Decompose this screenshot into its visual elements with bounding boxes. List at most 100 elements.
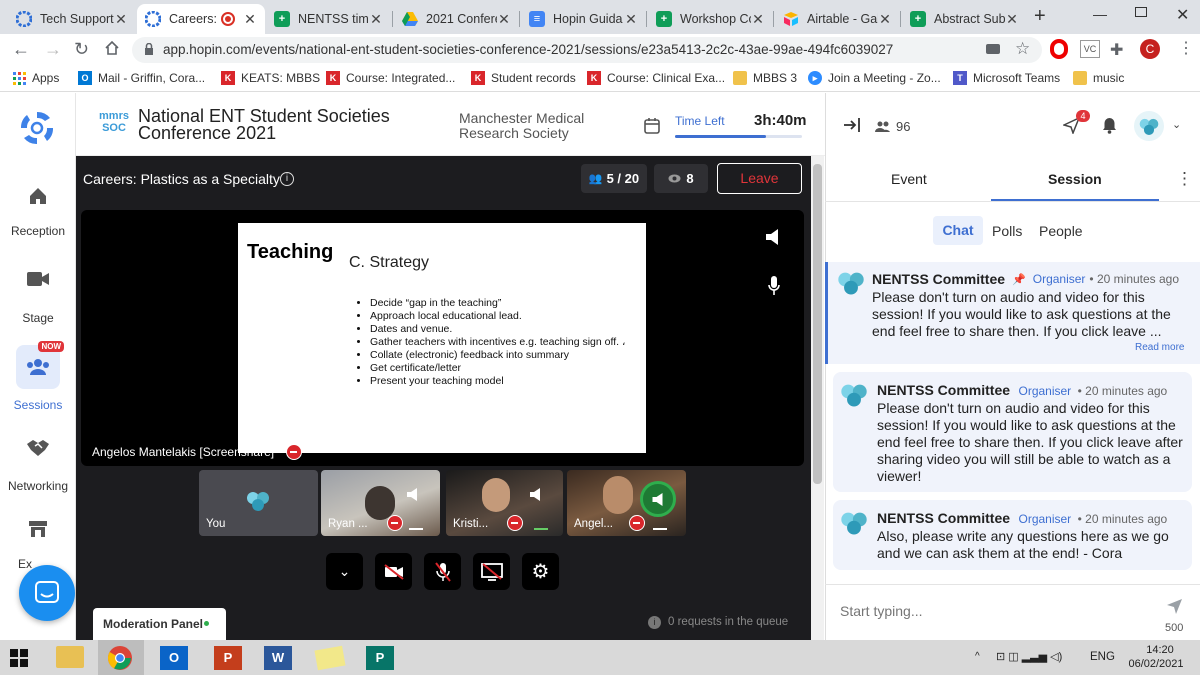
browser-tab-tech-support[interactable]: Tech Support ✕ [8, 4, 136, 34]
bookmark-mail[interactable]: O Mail - Griffin, Cora... [78, 71, 205, 85]
settings-button[interactable]: ⚙ [522, 553, 559, 590]
outlook-icon[interactable]: O [160, 646, 188, 670]
extensions-icon[interactable]: ✚ [1110, 40, 1123, 60]
bookmark-star-icon[interactable]: ☆ [1015, 39, 1030, 59]
more-options-icon[interactable]: ⋮ [1176, 169, 1193, 189]
video-off-icon [383, 563, 404, 580]
close-icon[interactable]: ✕ [369, 11, 383, 28]
camera-icon[interactable] [986, 44, 1000, 54]
remove-icon[interactable] [507, 515, 523, 531]
participant-tile-ryan[interactable]: Ryan ... [321, 470, 440, 536]
collapse-panel-icon[interactable] [843, 117, 861, 138]
leave-button[interactable]: Leave [717, 163, 802, 194]
browser-tab-abstract-submission[interactable]: + Abstract Subr ✕ [902, 4, 1027, 34]
bookmark-music[interactable]: music [1073, 71, 1124, 85]
close-icon[interactable]: ✕ [624, 11, 638, 28]
home-icon[interactable] [104, 40, 120, 61]
close-icon[interactable]: ✕ [497, 11, 511, 28]
support-chat-button[interactable] [19, 565, 75, 621]
participant-tile-angelos[interactable]: Angel... [567, 470, 686, 536]
tray-expand-icon[interactable]: ^ [975, 651, 980, 662]
bookmark-student-records[interactable]: K Student records [471, 71, 576, 85]
info-icon[interactable]: i [280, 172, 294, 186]
tab-event[interactable]: Event [891, 171, 927, 187]
lock-icon[interactable] [144, 42, 154, 61]
browser-tab-workshop[interactable]: + Workshop Co ✕ [648, 4, 773, 34]
bookmark-teams[interactable]: T Microsoft Teams [953, 71, 1060, 85]
browser-tab-hopin-guidance[interactable]: ≡ Hopin Guida ✕ [521, 4, 646, 34]
restore-icon[interactable] [1135, 7, 1147, 17]
hopin-logo-icon[interactable] [19, 110, 55, 151]
bookmark-course-integrated[interactable]: K Course: Integrated... [326, 71, 455, 85]
browser-tab-2021-conference[interactable]: 2021 Confere ✕ [394, 4, 519, 34]
close-icon[interactable]: ✕ [243, 11, 257, 28]
omnibox[interactable]: app.hopin.com/events/national-ent-studen… [132, 37, 1042, 63]
profile-avatar[interactable]: C [1140, 39, 1160, 59]
minimize-icon[interactable]: — [1093, 6, 1107, 22]
remove-icon[interactable] [286, 444, 302, 460]
screenshare-toggle-button[interactable] [473, 553, 510, 590]
chat-input[interactable] [840, 597, 1150, 625]
bookmark-keats[interactable]: K KEATS: MBBS [221, 71, 320, 85]
language-indicator[interactable]: ENG [1090, 651, 1115, 663]
speaker-icon[interactable] [766, 229, 780, 250]
windows-start-icon[interactable] [10, 649, 28, 672]
sticky-notes-icon[interactable] [314, 645, 346, 671]
read-more-link[interactable]: Read more [1135, 342, 1184, 353]
close-icon[interactable]: ✕ [114, 11, 128, 28]
back-icon[interactable]: ← [12, 39, 30, 60]
collapse-button[interactable]: ⌄ [326, 553, 363, 590]
opera-icon[interactable] [1050, 39, 1068, 59]
scrollbar-thumb[interactable] [813, 164, 822, 484]
microphone-icon[interactable] [768, 276, 780, 301]
reload-icon[interactable]: ↻ [74, 39, 89, 60]
user-avatar[interactable] [1134, 111, 1164, 141]
menu-icon[interactable]: ⋮ [1178, 38, 1194, 58]
system-tray-icons[interactable]: ⊡ ◫ ▂▃▅ ◁) [996, 650, 1062, 664]
subtab-people[interactable]: People [1039, 223, 1083, 239]
bookmark-label: MBBS 3 [753, 71, 798, 85]
chevron-down-icon[interactable]: ⌄ [1172, 118, 1181, 131]
bell-icon[interactable] [1102, 117, 1117, 139]
url-text[interactable]: app.hopin.com/events/national-ent-studen… [163, 42, 923, 57]
clock[interactable]: 14:20 06/02/2021 [1128, 643, 1184, 671]
calendar-icon[interactable] [644, 117, 660, 139]
close-icon[interactable]: ✕ [751, 11, 765, 28]
publisher-icon[interactable]: P [366, 646, 394, 670]
powerpoint-icon[interactable]: P [214, 646, 242, 670]
close-icon[interactable]: ✕ [1005, 11, 1019, 28]
browser-tab-airtable[interactable]: Airtable - Gal ✕ [775, 4, 900, 34]
browser-tab-careers[interactable]: Careers: | ✕ [137, 4, 265, 34]
bookmark-zoom[interactable]: ▸ Join a Meeting - Zo... [808, 71, 941, 85]
file-explorer-icon[interactable] [56, 646, 84, 668]
close-window-icon[interactable]: ✕ [1176, 5, 1189, 25]
nav-networking[interactable]: Networking [0, 438, 76, 493]
nav-reception[interactable]: Reception [0, 186, 76, 238]
word-icon[interactable]: W [264, 646, 292, 670]
subtab-chat[interactable]: Chat [933, 216, 983, 245]
send-icon[interactable] [1166, 598, 1183, 620]
chrome-taskbar-button[interactable] [98, 640, 144, 675]
remove-icon[interactable] [629, 515, 645, 531]
camera-toggle-button[interactable] [375, 553, 412, 590]
scrollbar[interactable] [811, 156, 824, 640]
microphone-toggle-button[interactable] [424, 553, 461, 590]
event-title-line2: Conference 2021 [138, 123, 277, 143]
remove-icon[interactable] [387, 515, 403, 531]
participant-tile-you[interactable]: You [199, 470, 318, 536]
bookmark-course-clinical[interactable]: K Course: Clinical Exa... [587, 71, 725, 85]
vc-extension-icon[interactable]: VC [1080, 40, 1100, 58]
moderation-panel-tab[interactable]: Moderation Panel [93, 608, 226, 640]
bookmark-mbbs3[interactable]: MBBS 3 [733, 71, 797, 85]
close-icon[interactable]: ✕ [878, 11, 892, 28]
subtab-polls[interactable]: Polls [992, 223, 1022, 239]
forward-icon[interactable]: → [44, 39, 62, 60]
participant-tile-kristi[interactable]: Kristi... [446, 470, 563, 536]
new-tab-icon[interactable]: + [1034, 5, 1046, 28]
tab-session[interactable]: Session [1048, 171, 1102, 187]
browser-tab-nentss-time[interactable]: + NENTSS time ✕ [266, 4, 391, 34]
bookmark-apps[interactable]: Apps [12, 71, 59, 85]
nav-expo[interactable]: Ex [0, 519, 76, 571]
nav-sessions[interactable]: NOW Sessions [0, 341, 76, 412]
nav-stage[interactable]: Stage [0, 271, 76, 325]
